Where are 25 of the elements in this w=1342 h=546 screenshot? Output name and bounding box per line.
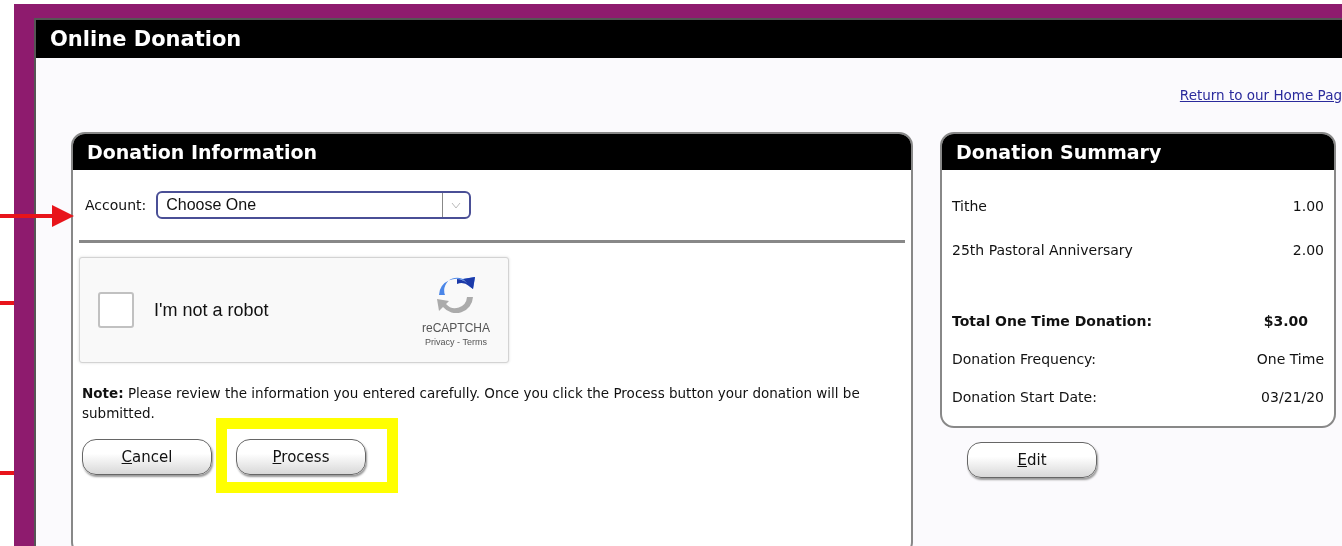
summary-label: Tithe — [952, 198, 987, 214]
note-text: Note: Please review the information you entered carefully. Once you click the Process button your donation will be submitted. — [82, 384, 861, 423]
privacy-terms-links[interactable]: Privacy - Terms — [425, 337, 487, 347]
summary-value: One Time — [1256, 351, 1324, 367]
panel-title: Donation Summary — [956, 141, 1162, 163]
summary-value: 2.00 — [1292, 242, 1324, 258]
panel-title: Donation Information — [87, 141, 318, 163]
home-link[interactable]: Return to our Home Pag — [1179, 87, 1342, 103]
edit-button[interactable]: Edit — [967, 442, 1097, 478]
captcha-label: I'm not a robot — [154, 299, 270, 321]
summary-label: Donation Frequency: — [952, 351, 1097, 367]
summary-value: 1.00 — [1292, 198, 1324, 214]
captcha-checkbox[interactable] — [98, 292, 134, 328]
summary-label: Total One Time Donation: — [952, 313, 1152, 329]
account-dropdown[interactable]: Choose One — [156, 191, 472, 219]
summary-label: 25th Pastoral Anniversary — [952, 242, 1133, 258]
cancel-button[interactable]: Cancel — [82, 439, 212, 475]
window-title: Online Donation — [50, 27, 242, 51]
summary-value: $3.00 — [1263, 313, 1308, 329]
arrow-icon — [0, 205, 74, 227]
account-label: Account: — [85, 197, 147, 213]
summary-label: Donation Start Date: — [952, 389, 1097, 405]
summary-value: 03/21/20 — [1261, 389, 1324, 405]
process-button[interactable]: Process — [236, 439, 366, 475]
recaptcha-brand: reCAPTCHA — [422, 321, 490, 335]
